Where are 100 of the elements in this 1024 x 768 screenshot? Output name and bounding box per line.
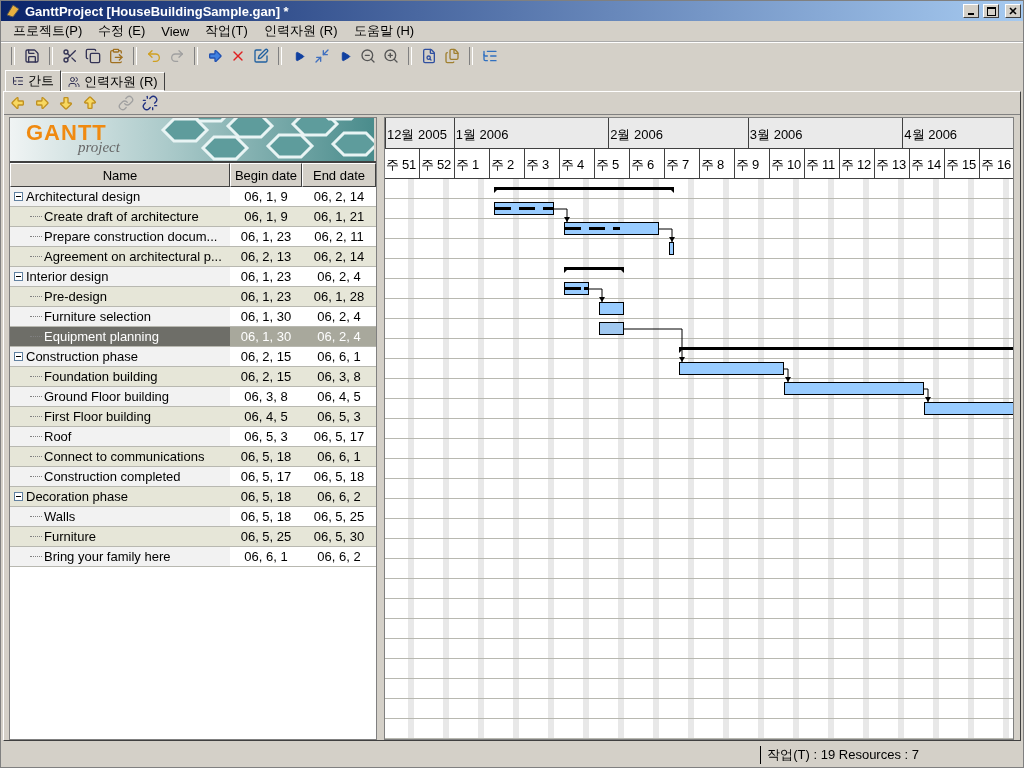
week-label: 주 52 xyxy=(419,148,455,178)
task-bar[interactable] xyxy=(598,322,624,335)
task-name: Create draft of architecture xyxy=(44,209,199,224)
dependency-arrow xyxy=(783,368,791,383)
copy-icon[interactable] xyxy=(83,46,103,66)
task-bar[interactable] xyxy=(783,382,924,395)
task-name: Connect to communications xyxy=(44,449,205,464)
week-label: 주 4 xyxy=(559,148,595,178)
task-bar[interactable] xyxy=(668,242,674,255)
menu-item[interactable]: 작업(T) xyxy=(197,22,256,40)
column-header[interactable]: Begin date xyxy=(230,163,302,187)
task-name: Roof xyxy=(44,429,72,444)
begin-date: 06, 1, 23 xyxy=(240,229,292,244)
gantt-icon xyxy=(12,75,24,87)
task-bar[interactable] xyxy=(563,222,659,235)
begin-date: 06, 5, 18 xyxy=(240,489,292,504)
status-text: 작업(T) : 19 Resources : 7 xyxy=(760,746,919,764)
end-date: 06, 1, 21 xyxy=(313,209,365,224)
month-label: 12월 2005 xyxy=(384,118,454,148)
task-bar[interactable] xyxy=(563,282,589,295)
begin-date: 06, 5, 17 xyxy=(240,469,292,484)
task-name: Furniture xyxy=(44,529,97,544)
week-label: 주 10 xyxy=(769,148,805,178)
task-name: Pre-design xyxy=(44,289,107,304)
begin-date: 06, 5, 3 xyxy=(244,429,288,444)
week-label: 주 5 xyxy=(594,148,630,178)
unlink-icon[interactable] xyxy=(140,93,160,113)
end-date: 06, 1, 28 xyxy=(313,289,365,304)
week-label: 주 51 xyxy=(384,148,420,178)
end-date: 06, 2, 4 xyxy=(317,309,361,324)
app-icon xyxy=(5,3,21,19)
end-date: 06, 2, 11 xyxy=(314,229,364,244)
week-label: 주 12 xyxy=(839,148,875,178)
week-label: 주 11 xyxy=(804,148,840,178)
task-name: Equipment planning xyxy=(44,329,159,344)
begin-date: 06, 1, 9 xyxy=(244,209,288,224)
summary-bar xyxy=(563,267,624,273)
end-date: 06, 4, 5 xyxy=(317,389,361,404)
task-bar[interactable] xyxy=(923,402,1013,415)
task-bar[interactable] xyxy=(493,202,554,215)
begin-date: 06, 5, 25 xyxy=(240,529,292,544)
menu-item[interactable]: 인력자원 (R) xyxy=(255,22,346,40)
task-name: Furniture selection xyxy=(44,309,151,324)
column-header[interactable]: Name xyxy=(10,163,230,187)
save-icon[interactable] xyxy=(22,46,42,66)
task-name: Agreement on architectural p... xyxy=(44,249,222,264)
begin-date: 06, 1, 9 xyxy=(244,189,288,204)
end-date: 06, 6, 2 xyxy=(317,489,361,504)
task-bar[interactable] xyxy=(678,362,784,375)
task-name: Architectural design xyxy=(26,189,141,204)
week-label: 주 13 xyxy=(874,148,910,178)
collapse-toggle-icon[interactable] xyxy=(14,492,23,501)
begin-date: 06, 2, 13 xyxy=(240,249,292,264)
maximize-button[interactable] xyxy=(983,4,999,18)
end-date: 06, 2, 4 xyxy=(317,269,361,284)
task-bar[interactable] xyxy=(598,302,624,315)
begin-date: 06, 1, 30 xyxy=(240,329,292,344)
close-button[interactable] xyxy=(1005,4,1021,18)
week-label: 주 16 xyxy=(979,148,1013,178)
end-date: 06, 5, 25 xyxy=(313,509,365,524)
tab[interactable]: 간트 xyxy=(5,70,61,91)
close-icon xyxy=(1009,7,1017,15)
week-label: 주 7 xyxy=(664,148,700,178)
window-title: GanttProject [HouseBuildingSample.gan] * xyxy=(25,3,290,19)
edit-icon[interactable] xyxy=(251,46,271,66)
begin-date: 06, 2, 15 xyxy=(240,349,292,364)
menu-item[interactable]: 프로젝트(P) xyxy=(5,22,91,40)
menu-item[interactable]: 수정 (E) xyxy=(90,22,154,40)
menu-item[interactable]: 도움말 (H) xyxy=(345,22,423,40)
dependency-arrow xyxy=(588,288,605,303)
end-date: 06, 2, 14 xyxy=(313,189,365,204)
begin-date: 06, 4, 5 xyxy=(244,409,288,424)
begin-date: 06, 1, 23 xyxy=(240,289,292,304)
end-date: 06, 2, 4 xyxy=(317,329,361,344)
end-date: 06, 3, 8 xyxy=(317,369,361,384)
end-date: 06, 2, 14 xyxy=(313,249,365,264)
end-date: 06, 5, 17 xyxy=(313,429,365,444)
collapse-toggle-icon[interactable] xyxy=(14,352,23,361)
end-date: 06, 5, 3 xyxy=(317,409,361,424)
begin-date: 06, 1, 30 xyxy=(240,309,292,324)
task-name: Decoration phase xyxy=(26,489,128,504)
menu-item[interactable]: View xyxy=(153,23,198,39)
task-name: First Floor building xyxy=(44,409,151,424)
dependency-arrow xyxy=(923,388,931,403)
end-date: 06, 6, 2 xyxy=(317,549,361,564)
begin-date: 06, 2, 15 xyxy=(240,369,292,384)
week-label: 주 8 xyxy=(699,148,735,178)
month-label: 1월 2006 xyxy=(453,118,609,148)
maximize-icon xyxy=(986,6,996,16)
collapse-toggle-icon[interactable] xyxy=(14,272,23,281)
column-header[interactable]: End date xyxy=(302,163,376,187)
task-name: Foundation building xyxy=(44,369,158,384)
dependency-arrow xyxy=(623,328,685,363)
task-name: Interior design xyxy=(26,269,109,284)
task-name: Walls xyxy=(44,509,76,524)
collapse-toggle-icon[interactable] xyxy=(14,192,23,201)
tab[interactable]: 인력자원 (R) xyxy=(61,72,165,91)
week-label: 주 15 xyxy=(944,148,980,178)
minimize-button[interactable] xyxy=(963,4,979,18)
month-label: 3월 2006 xyxy=(747,118,903,148)
